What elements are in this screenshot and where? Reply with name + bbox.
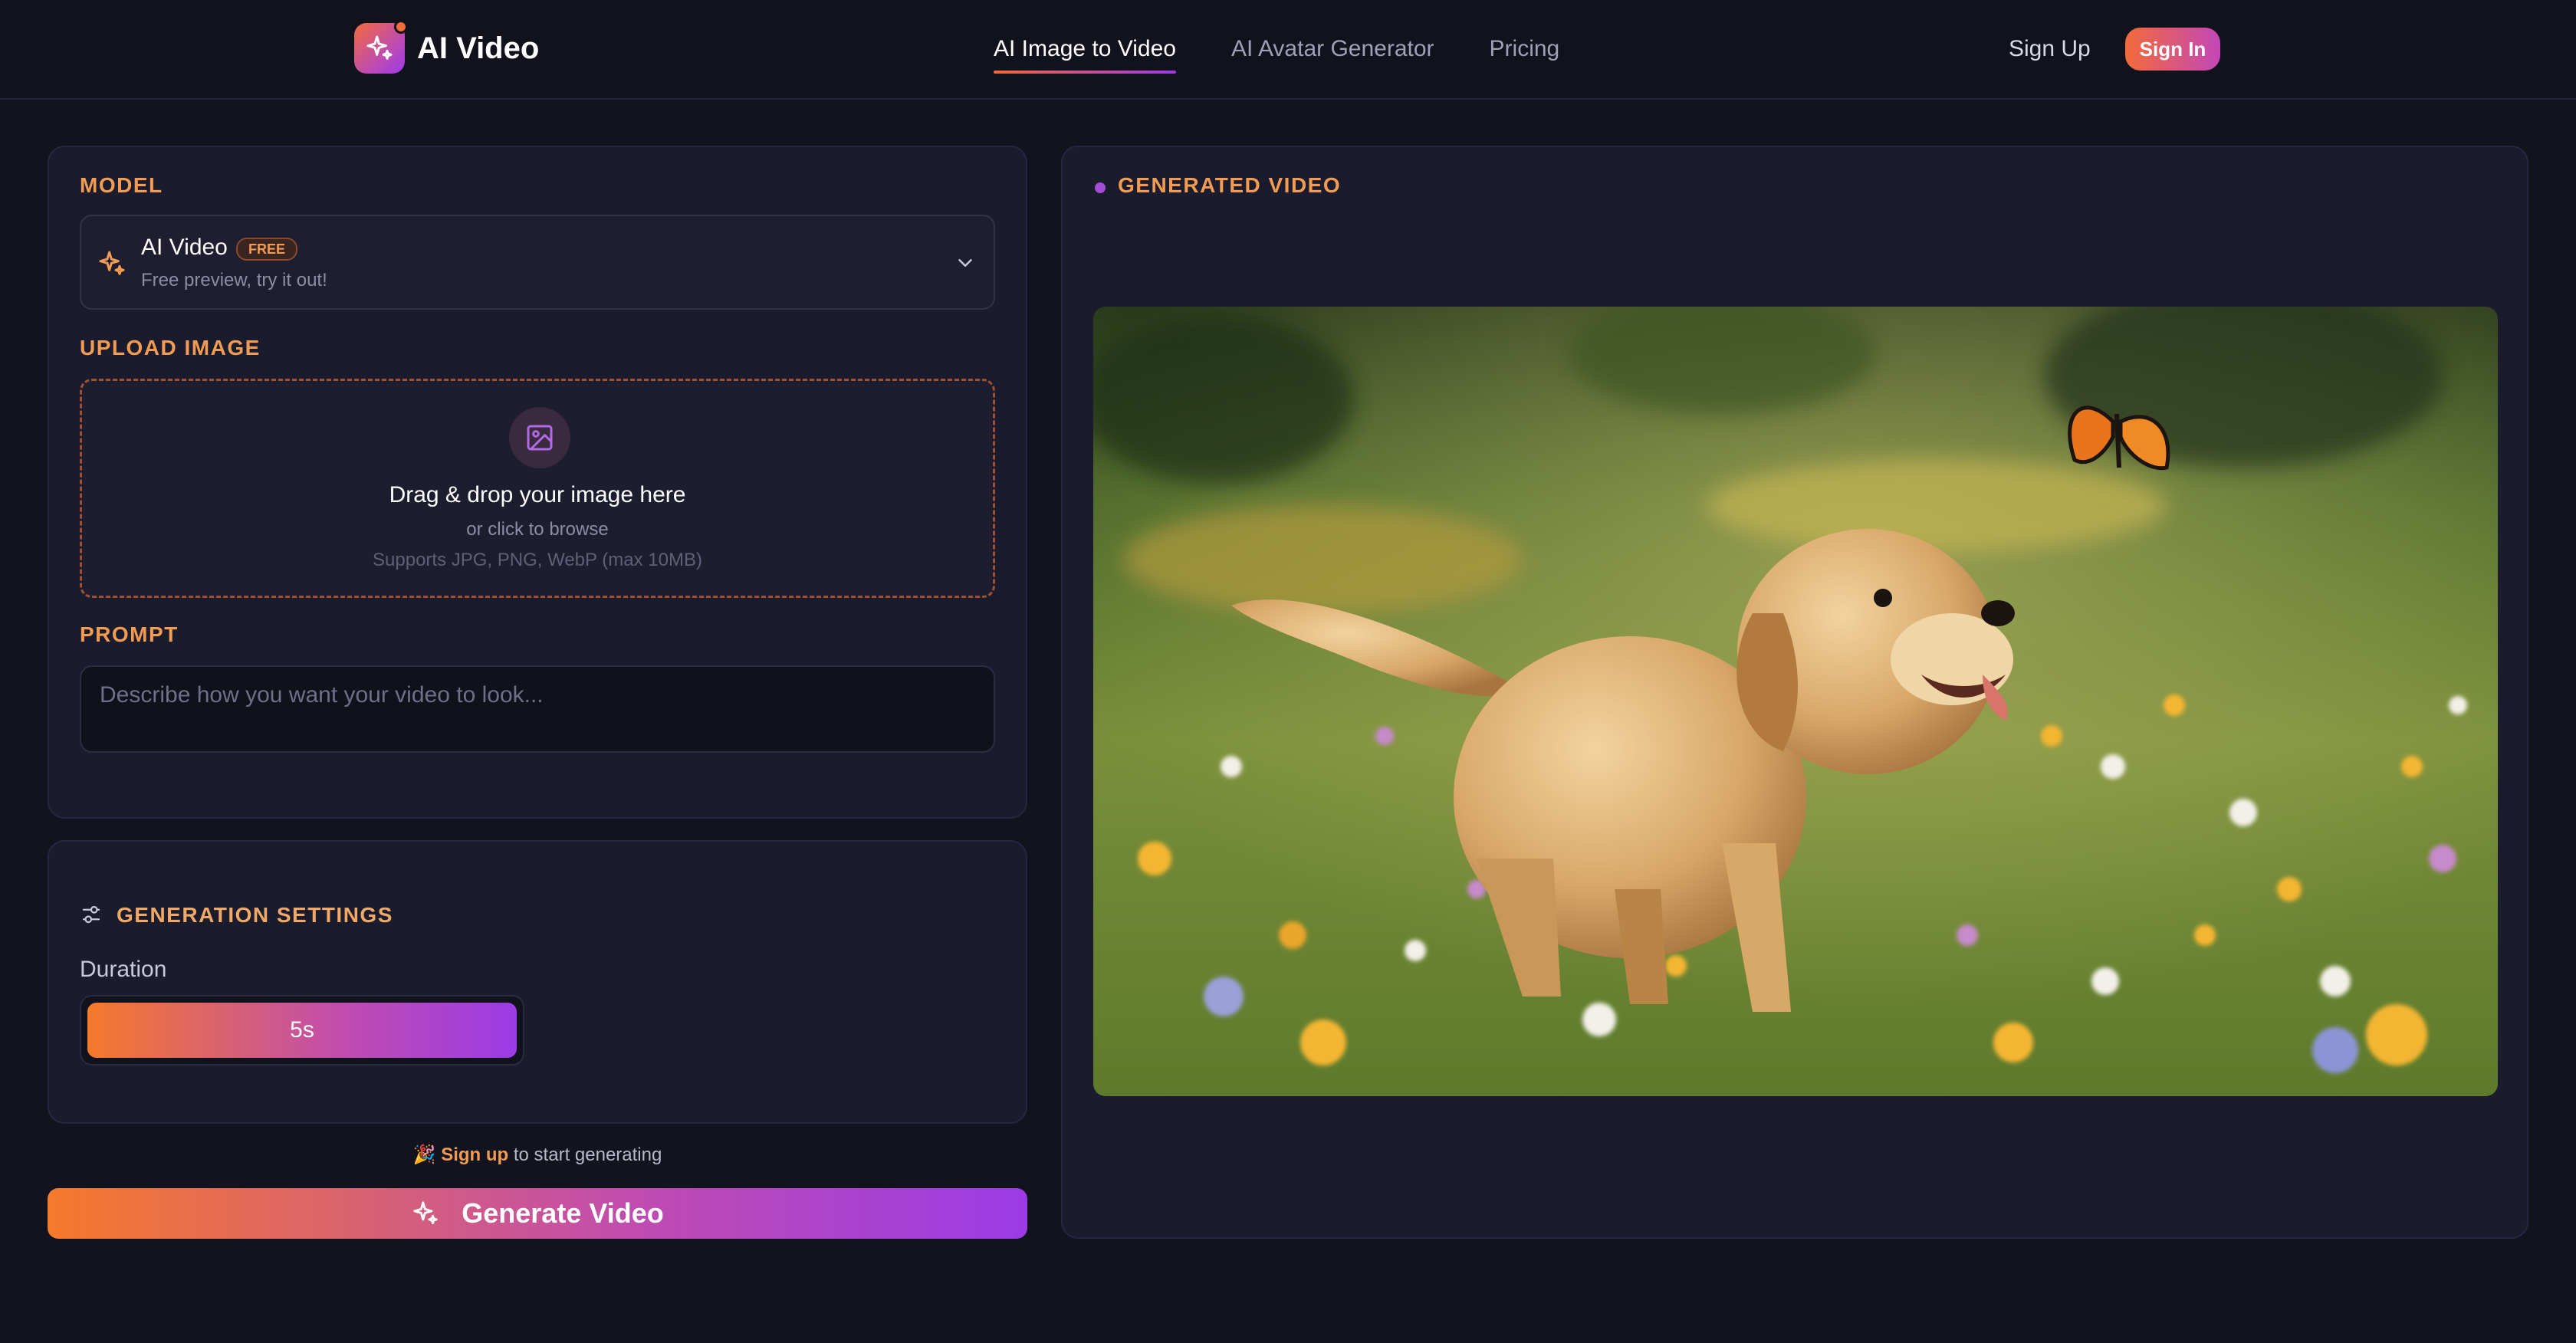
duration-selector: 5s — [80, 995, 524, 1066]
logo[interactable]: AI Video — [354, 20, 540, 74]
duration-option-5s[interactable]: 5s — [87, 1003, 517, 1058]
upload-icon-circle — [509, 407, 570, 468]
free-badge: FREE — [236, 238, 298, 261]
sign-in-button[interactable]: Sign In — [2125, 28, 2220, 71]
model-section-label: MODEL — [80, 173, 163, 197]
signup-hint-link[interactable]: Sign up — [441, 1144, 508, 1165]
generated-video-player[interactable] — [1093, 307, 2498, 1096]
image-icon — [527, 425, 553, 451]
party-emoji: 🎉 — [412, 1144, 436, 1165]
nav-ai-avatar-generator[interactable]: AI Avatar Generator — [1231, 31, 1434, 74]
sign-up-link[interactable]: Sign Up — [2009, 34, 2091, 64]
generate-video-label: Generate Video — [462, 1197, 664, 1229]
video-section-label: GENERATED VIDEO — [1118, 173, 1342, 197]
logo-notification-dot — [394, 20, 408, 34]
sparkle-icon — [99, 251, 125, 275]
model-select[interactable]: AI Video FREE Free preview, try it out! — [80, 215, 995, 310]
prompt-section-label: PROMPT — [80, 622, 179, 646]
upload-section-label: UPLOAD IMAGE — [80, 336, 261, 360]
sparkle-icon — [413, 1201, 438, 1225]
settings-section-label: GENERATION SETTINGS — [117, 903, 393, 927]
prompt-input[interactable] — [80, 665, 995, 753]
video-preview-image — [1093, 307, 2498, 1096]
signup-hint: 🎉 Sign up to start generating — [48, 1144, 1027, 1166]
nav-pricing[interactable]: Pricing — [1490, 31, 1560, 74]
upload-hint: Supports JPG, PNG, WebP (max 10MB) — [373, 550, 702, 570]
upload-subtitle: or click to browse — [466, 519, 609, 540]
settings-panel: GENERATION SETTINGS Duration 5s — [48, 840, 1027, 1124]
input-panel: MODEL AI Video FREE Free preview, try it… — [48, 146, 1027, 819]
main-nav: AI Image to Video AI Avatar Generator Pr… — [994, 31, 1559, 74]
chevron-down-icon — [958, 259, 972, 267]
top-header: AI Video AI Image to Video AI Avatar Gen… — [0, 0, 2576, 100]
model-description: Free preview, try it out! — [141, 270, 327, 291]
upload-title: Drag & drop your image here — [389, 482, 686, 507]
logo-badge — [354, 20, 408, 74]
upload-dropzone[interactable]: Drag & drop your image here or click to … — [80, 379, 995, 598]
signup-hint-text: to start generating — [508, 1144, 662, 1165]
model-name: AI Video — [141, 235, 228, 260]
logo-text: AI Video — [417, 31, 540, 65]
nav-ai-image-to-video[interactable]: AI Image to Video — [994, 31, 1176, 74]
status-dot — [1095, 182, 1106, 193]
video-panel: GENERATED VIDEO — [1061, 146, 2528, 1239]
generate-video-button[interactable]: Generate Video — [48, 1188, 1027, 1239]
sliders-icon — [82, 905, 100, 924]
sparkle-icon — [366, 35, 393, 60]
duration-label: Duration — [80, 957, 167, 982]
